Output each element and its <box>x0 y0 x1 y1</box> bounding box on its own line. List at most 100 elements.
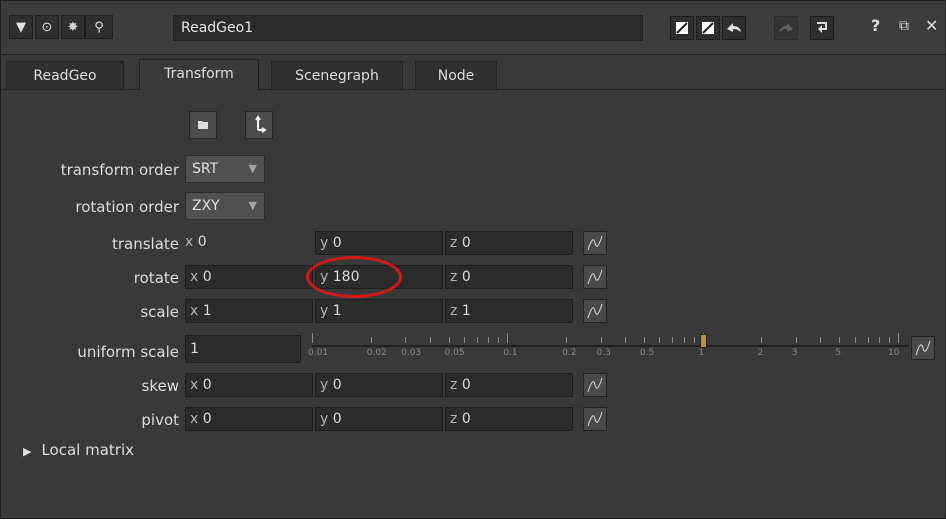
center-node-icon[interactable]: ⊙ <box>35 15 59 39</box>
slider-tick-label: 0.03 <box>401 348 422 358</box>
slider-tick-label: 5 <box>835 348 841 358</box>
slider-tick <box>879 337 881 343</box>
slider-thumb[interactable] <box>699 334 707 348</box>
node-history-icon[interactable] <box>810 16 834 40</box>
translate-y-field[interactable]: y 0 <box>315 231 443 255</box>
rotate-label: rotate <box>133 269 179 287</box>
uniform-scale-curve-icon[interactable] <box>911 336 935 360</box>
slider-tick <box>507 333 509 343</box>
highlight-ellipse <box>306 256 402 298</box>
transform-order-dropdown[interactable]: SRT ▼ <box>185 155 265 183</box>
slider-tick-label: 0.5 <box>639 348 655 358</box>
transform-order-label: transform order <box>60 161 179 179</box>
slider-tick <box>405 337 407 343</box>
rotation-order-value: ZXY <box>192 198 220 214</box>
tab-scenegraph[interactable]: Scenegraph <box>271 61 403 89</box>
help-icon[interactable]: ? <box>871 16 880 35</box>
folder-icon[interactable] <box>189 111 217 139</box>
translate-x-field[interactable]: x 0 <box>185 231 313 255</box>
uniform-scale-field[interactable]: 1 <box>185 335 301 363</box>
uniform-scale-slider[interactable]: 0.01 0.02 0.03 0.05 0.1 0.2 0.3 0.5 1 2 3 5 10 <box>304 330 909 366</box>
slider-tick <box>867 337 869 343</box>
slider-tick <box>463 337 465 343</box>
rotate-z-field[interactable]: z 0 <box>445 265 573 289</box>
slider-tick <box>659 337 661 343</box>
float-window-icon[interactable]: ⧉ <box>899 18 909 34</box>
redo-icon[interactable] <box>774 16 798 40</box>
pivot-x-field[interactable]: x 0 <box>185 407 313 431</box>
slider-tick <box>624 337 626 343</box>
translate-curve-icon[interactable] <box>583 231 607 255</box>
slider-tick-label: 2 <box>757 348 764 358</box>
skew-curve-icon[interactable] <box>583 373 607 397</box>
slider-tick-label: 10 <box>888 348 900 358</box>
panel-titlebar: ▼ ⊙ ✸ ⚲ ReadGeo1 ? ⧉ ✕ <box>1 1 945 55</box>
translate-z-field[interactable]: z 0 <box>445 231 573 255</box>
scale-y-field[interactable]: y 1 <box>315 299 443 323</box>
slider-tick <box>429 337 431 343</box>
skew-label: skew <box>141 377 179 395</box>
local-matrix-group[interactable]: ▶ Local matrix <box>23 441 134 459</box>
revert-defaults-icon[interactable] <box>696 16 720 40</box>
transform-order-value: SRT <box>192 161 219 177</box>
slider-tick-label: 0.05 <box>444 348 465 358</box>
slider-tick <box>488 337 490 343</box>
scale-label: scale <box>140 303 179 321</box>
slider-tick <box>370 337 372 343</box>
slider-tick <box>854 337 856 343</box>
slider-tick-label: 0.3 <box>596 348 611 358</box>
float-panel-icon[interactable]: ⚲ <box>85 15 113 39</box>
pivot-y-field[interactable]: y 0 <box>315 407 443 431</box>
translate-label: translate <box>111 235 179 253</box>
slider-tick <box>448 337 450 343</box>
slider-tick <box>672 337 674 343</box>
slider-tick <box>693 337 695 343</box>
rotation-order-label: rotation order <box>75 198 179 216</box>
slider-tick-label: 0.02 <box>366 348 387 358</box>
undo-icon[interactable] <box>722 16 746 40</box>
slider-tick <box>643 337 645 343</box>
skew-y-field[interactable]: y 0 <box>315 373 443 397</box>
viewer-bug-icon[interactable]: ✸ <box>61 15 85 39</box>
transform-handle-icon[interactable] <box>245 111 273 139</box>
revert-knobs-icon[interactable] <box>670 16 694 40</box>
rotation-order-dropdown[interactable]: ZXY ▼ <box>185 192 265 220</box>
skew-z-field[interactable]: z 0 <box>445 373 573 397</box>
expand-triangle-icon[interactable]: ▶ <box>23 445 31 458</box>
node-name-field[interactable]: ReadGeo1 <box>173 15 643 41</box>
slider-tick <box>761 337 763 343</box>
rotate-x-field[interactable]: x 0 <box>185 265 313 289</box>
rotate-curve-icon[interactable] <box>583 265 607 289</box>
slider-tick <box>898 333 899 343</box>
uniform-scale-label: uniform scale <box>77 343 179 361</box>
slider-tick-label: 0.01 <box>308 348 329 358</box>
properties-panel: ▼ ⊙ ✸ ⚲ ReadGeo1 ? ⧉ ✕ ReadGeo Transform… <box>0 0 946 519</box>
tab-node[interactable]: Node <box>415 61 497 89</box>
local-matrix-label: Local matrix <box>41 441 135 459</box>
scale-curve-icon[interactable] <box>583 299 607 323</box>
slider-tick <box>498 337 500 343</box>
tab-readgeo[interactable]: ReadGeo <box>6 61 124 89</box>
close-icon[interactable]: ✕ <box>925 16 938 35</box>
slider-track <box>312 345 909 347</box>
pivot-curve-icon[interactable] <box>583 407 607 431</box>
tab-transform[interactable]: Transform <box>139 59 259 90</box>
slider-tick-label: 0.1 <box>503 348 518 358</box>
slider-tick <box>795 337 797 343</box>
scale-z-field[interactable]: z 1 <box>445 299 573 323</box>
slider-tick-label: 0.2 <box>562 348 577 358</box>
chevron-down-icon: ▼ <box>248 162 257 175</box>
pivot-z-field[interactable]: z 0 <box>445 407 573 431</box>
slider-tick <box>683 337 685 343</box>
slider-tick <box>312 333 313 343</box>
pivot-label: pivot <box>141 411 179 429</box>
scale-x-field[interactable]: x 1 <box>185 299 313 323</box>
chevron-down-icon: ▼ <box>248 199 257 212</box>
slider-tick <box>600 337 602 343</box>
slider-tick-label: 3 <box>791 348 798 358</box>
slider-tick-label: 1 <box>698 348 705 358</box>
skew-x-field[interactable]: x 0 <box>185 373 313 397</box>
collapse-triangle-icon[interactable]: ▼ <box>9 15 33 39</box>
tab-bar: ReadGeo Transform Scenegraph Node <box>1 59 945 90</box>
slider-tick <box>820 337 822 343</box>
